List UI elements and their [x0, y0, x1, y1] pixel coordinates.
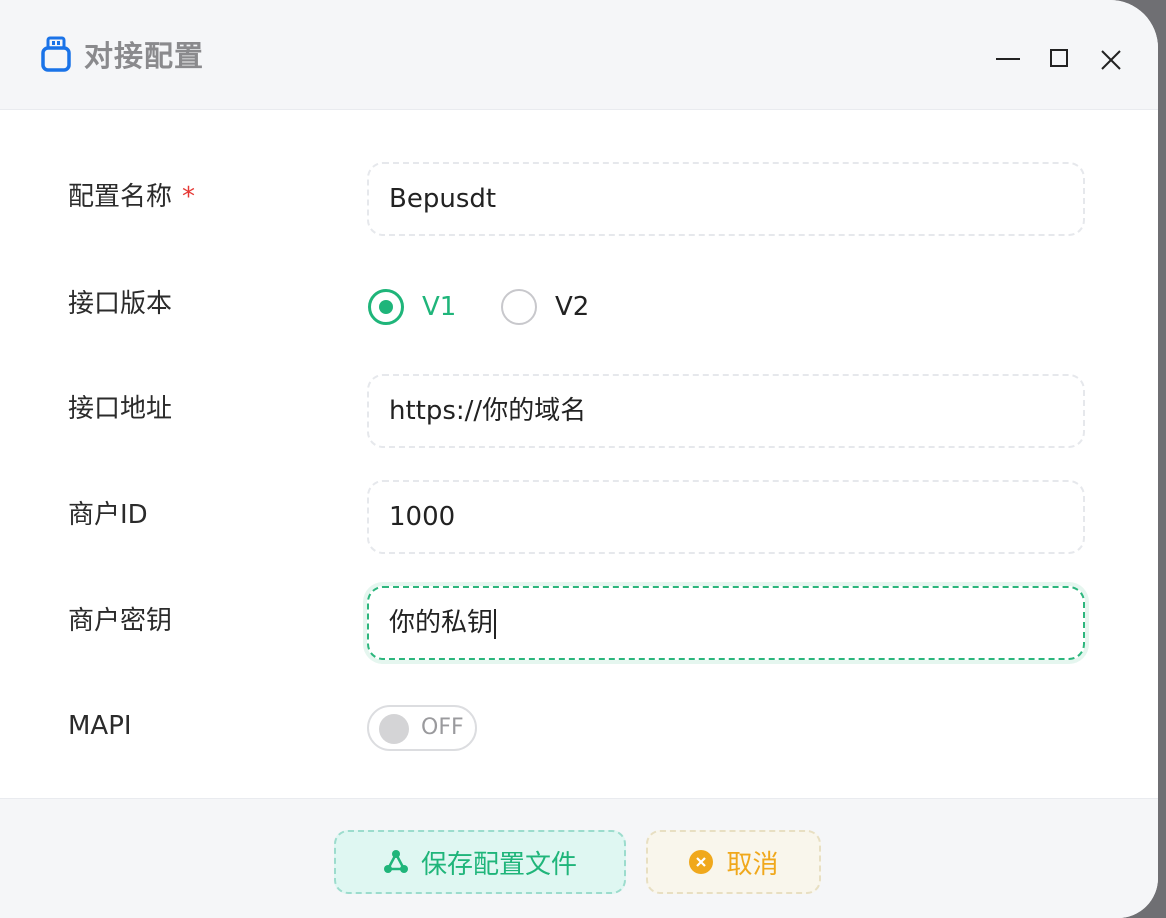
api-version-label: 接口版本: [68, 289, 173, 319]
dialog-footer: 保存配置文件 取消: [0, 798, 1158, 918]
cancel-button[interactable]: 取消: [646, 830, 821, 894]
merchant-key-label: 商户密钥: [68, 606, 173, 636]
dialog-title: 对接配置: [84, 39, 205, 73]
title-bar: 对接配置: [0, 0, 1158, 110]
toggle-knob[interactable]: [379, 714, 409, 744]
maximize-icon[interactable]: [1042, 42, 1076, 76]
config-dialog: 对接配置 配置名称 * Bepusdt 接口版本 V1 V2 接口地址 https…: [0, 0, 1158, 918]
save-config-button[interactable]: 保存配置文件: [334, 830, 626, 894]
config-name-label: 配置名称 *: [68, 179, 195, 215]
merchant-key-value: 你的私钥: [389, 608, 494, 638]
api-url-input[interactable]: https://你的域名: [367, 374, 1085, 448]
config-name-input[interactable]: Bepusdt: [367, 162, 1085, 236]
api-url-label: 接口地址: [68, 394, 173, 424]
radio-v2-circle[interactable]: [501, 289, 537, 325]
merchant-id-label: 商户ID: [68, 500, 148, 530]
radio-v1-label: V1: [422, 292, 457, 322]
radio-v2-label: V2: [555, 292, 590, 322]
close-circle-icon: [688, 849, 714, 875]
save-config-label: 保存配置文件: [420, 849, 577, 880]
share-nodes-icon: [383, 849, 409, 875]
mapi-toggle[interactable]: OFF: [367, 705, 477, 751]
merchant-key-input[interactable]: 你的私钥: [367, 586, 1085, 660]
config-form: 配置名称 * Bepusdt 接口版本 V1 V2 接口地址 https://你的…: [0, 110, 1158, 798]
usb-plug-icon: [40, 36, 72, 74]
required-mark: *: [182, 182, 196, 212]
text-caret: [494, 608, 497, 639]
minimize-icon[interactable]: [991, 42, 1025, 76]
radio-v1-circle[interactable]: [368, 289, 404, 325]
mapi-label: MAPI: [68, 711, 132, 741]
close-icon[interactable]: [1094, 42, 1128, 76]
config-name-label-text: 配置名称: [68, 182, 173, 212]
merchant-id-input[interactable]: 1000: [367, 480, 1085, 554]
cancel-label: 取消: [726, 849, 779, 880]
radio-v1[interactable]: V1: [368, 289, 456, 325]
radio-v2[interactable]: V2: [501, 289, 589, 325]
toggle-state-text: OFF: [421, 715, 464, 740]
